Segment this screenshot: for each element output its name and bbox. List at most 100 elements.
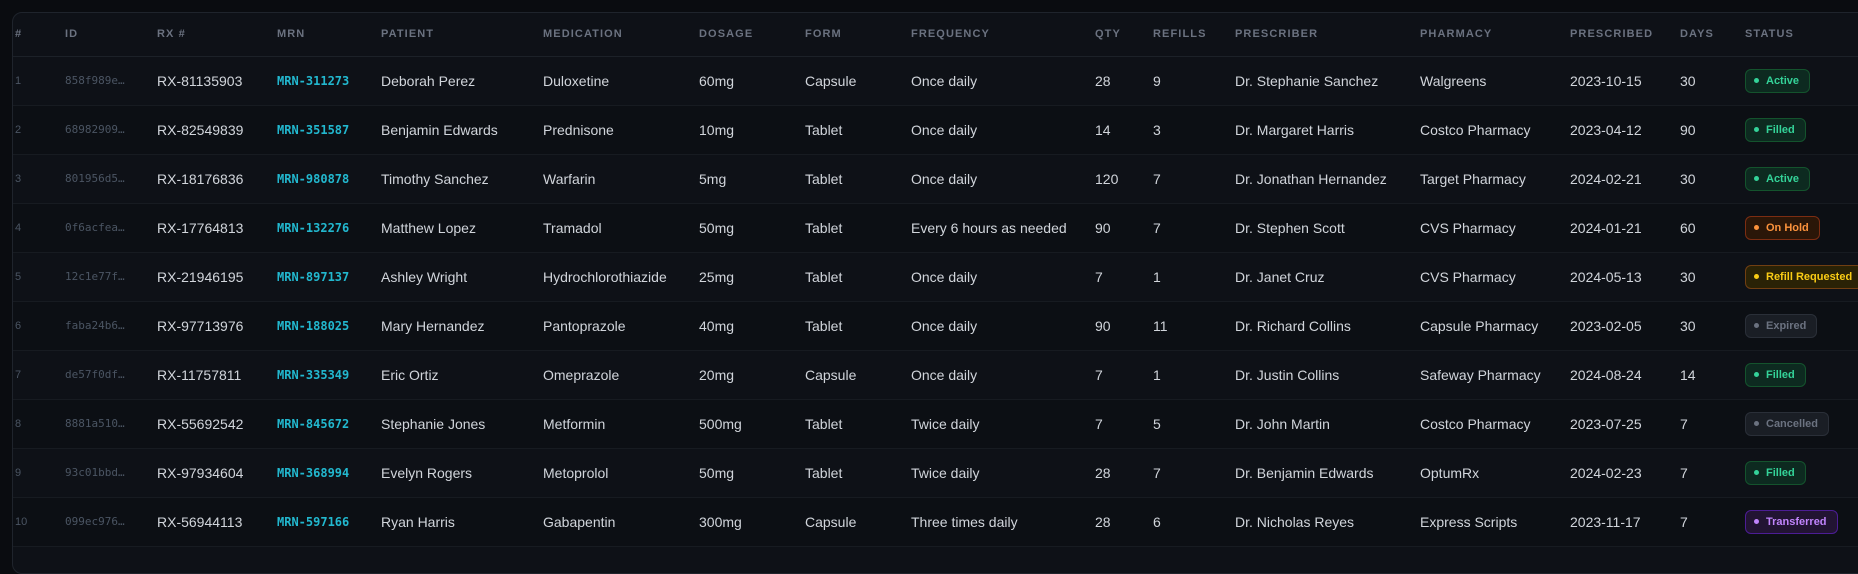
cell-medication: Hydrochlorothiazide — [543, 268, 667, 285]
cell-mrn[interactable]: MRN-845672 — [277, 399, 381, 448]
status-label: Filled — [1766, 123, 1795, 136]
cell-mrn[interactable]: MRN-132276 — [277, 203, 381, 252]
column-header-id[interactable]: ID — [65, 13, 157, 57]
cell-refills: 7 — [1153, 170, 1161, 187]
cell-num: 8 — [15, 417, 22, 430]
cell-dosage: 60mg — [699, 72, 735, 89]
cell-mrn[interactable]: MRN-897137 — [277, 252, 381, 301]
cell-refills: 1 — [1153, 366, 1161, 383]
cell-form: Tablet — [805, 219, 843, 236]
cell-qty: 120 — [1095, 170, 1119, 187]
table-row[interactable]: 5 12c1e77f… RX-21946195 MRN-897137 Ashley Wr… — [13, 252, 1858, 301]
cell-num: 1 — [15, 74, 22, 87]
status-dot-icon — [1754, 225, 1759, 230]
cell-prescriber: Dr. John Martin — [1235, 415, 1330, 432]
cell-status: Refill Requested — [1745, 252, 1858, 301]
cell-qty: 7 — [1095, 268, 1103, 285]
column-header-mrn[interactable]: MRN — [277, 13, 381, 57]
cell-prescriber: Dr. Benjamin Edwards — [1235, 464, 1374, 481]
cell-id: 93c01bbd… — [65, 466, 125, 479]
cell-mrn[interactable]: MRN-311273 — [277, 56, 381, 105]
table-header: # ID RX # MRN PATIENT MEDICATION DOSAGE FORM FRE… — [13, 13, 1858, 57]
cell-status: On Hold — [1745, 203, 1858, 252]
cell-patient: Stephanie Jones — [381, 415, 486, 432]
table-row[interactable]: 4 0f6acfea… RX-17764813 MRN-132276 Matthew L… — [13, 203, 1858, 252]
table-row[interactable]: 6 faba24b6… RX-97713976 MRN-188025 Mary Hern… — [13, 301, 1858, 350]
cell-days: 60 — [1680, 219, 1696, 236]
status-label: Transferred — [1766, 515, 1827, 528]
column-header-pharmacy[interactable]: PHARMACY — [1420, 13, 1570, 57]
cell-pharmacy: Capsule Pharmacy — [1420, 317, 1539, 334]
cell-status: Filled — [1745, 105, 1858, 154]
cell-form: Tablet — [805, 415, 843, 432]
cell-frequency: Twice daily — [911, 415, 980, 432]
status-dot-icon — [1754, 519, 1759, 524]
column-header-dosage[interactable]: DOSAGE — [699, 13, 805, 57]
status-badge: Expired — [1745, 313, 1818, 338]
cell-status: Expired — [1745, 301, 1858, 350]
cell-days: 30 — [1680, 268, 1696, 285]
cell-refills: 1 — [1153, 268, 1161, 285]
status-badge: Cancelled — [1745, 411, 1829, 436]
column-header-days[interactable]: DAYS — [1680, 13, 1745, 57]
cell-frequency: Twice daily — [911, 464, 980, 481]
column-header-frequency[interactable]: FREQUENCY — [911, 13, 1095, 57]
table-row[interactable]: 2 68982909… RX-82549839 MRN-351587 Benjamin … — [13, 105, 1858, 154]
cell-refills: 3 — [1153, 121, 1161, 138]
cell-mrn[interactable]: MRN-335349 — [277, 350, 381, 399]
cell-mrn[interactable]: MRN-368994 — [277, 448, 381, 497]
cell-mrn[interactable]: MRN-980878 — [277, 154, 381, 203]
cell-pharmacy: Walgreens — [1420, 72, 1487, 89]
cell-pharmacy: CVS Pharmacy — [1420, 268, 1516, 285]
column-header-patient[interactable]: PATIENT — [381, 13, 543, 57]
table-row[interactable]: 1 858f989e… RX-81135903 MRN-311273 Deborah P… — [13, 56, 1858, 105]
cell-prescribed: 2023-11-17 — [1570, 513, 1641, 530]
cell-rx: RX-17764813 — [157, 219, 244, 236]
status-dot-icon — [1754, 421, 1759, 426]
cell-mrn[interactable]: MRN-351587 — [277, 105, 381, 154]
cell-mrn[interactable]: MRN-188025 — [277, 301, 381, 350]
cell-prescriber: Dr. Janet Cruz — [1235, 268, 1325, 285]
cell-form: Capsule — [805, 366, 857, 383]
column-header-prescriber[interactable]: PRESCRIBER — [1235, 13, 1420, 57]
cell-dosage: 5mg — [699, 170, 727, 187]
column-header-prescribed[interactable]: PRESCRIBED — [1570, 13, 1680, 57]
table-row[interactable]: 7 de57f0df… RX-11757811 MRN-335349 Eric Orti… — [13, 350, 1858, 399]
status-badge: Transferred — [1745, 509, 1838, 534]
cell-prescriber: Dr. Richard Collins — [1235, 317, 1351, 334]
status-label: Refill Requested — [1766, 270, 1853, 283]
cell-rx: RX-18176836 — [157, 170, 244, 187]
table-row[interactable]: 8 8881a510… RX-55692542 MRN-845672 Stephanie… — [13, 399, 1858, 448]
cell-qty: 28 — [1095, 464, 1111, 481]
table-row[interactable]: 10 099ec976… RX-56944113 MRN-597166 Ryan Har… — [13, 497, 1858, 546]
cell-refills: 5 — [1153, 415, 1161, 432]
cell-id: 801956d5… — [65, 172, 125, 185]
column-header-num[interactable]: # — [13, 13, 65, 57]
cell-rx: RX-97934604 — [157, 464, 244, 481]
cell-status: Active — [1745, 56, 1858, 105]
table-row[interactable]: 3 801956d5… RX-18176836 MRN-980878 Timothy S… — [13, 154, 1858, 203]
column-header-rx[interactable]: RX # — [157, 13, 277, 57]
cell-refills: 7 — [1153, 464, 1161, 481]
column-header-medication[interactable]: MEDICATION — [543, 13, 699, 57]
cell-num: 5 — [15, 270, 22, 283]
cell-num: 10 — [15, 515, 28, 528]
column-header-refills[interactable]: REFILLS — [1153, 13, 1235, 57]
cell-frequency: Once daily — [911, 170, 978, 187]
cell-num: 6 — [15, 319, 22, 332]
table-row[interactable]: 9 93c01bbd… RX-97934604 MRN-368994 Evelyn Ro… — [13, 448, 1858, 497]
cell-patient: Ryan Harris — [381, 513, 455, 530]
cell-rx: RX-56944113 — [157, 513, 243, 530]
cell-mrn[interactable]: MRN-597166 — [277, 497, 381, 546]
column-header-status[interactable]: STATUS — [1745, 13, 1858, 57]
column-header-qty[interactable]: QTY — [1095, 13, 1153, 57]
cell-dosage: 10mg — [699, 121, 735, 138]
cell-patient: Timothy Sanchez — [381, 170, 489, 187]
cell-form: Tablet — [805, 121, 843, 138]
status-label: Active — [1766, 74, 1800, 87]
cell-rx: RX-97713976 — [157, 317, 244, 334]
column-header-form[interactable]: FORM — [805, 13, 911, 57]
status-dot-icon — [1754, 372, 1759, 377]
cell-days: 7 — [1680, 464, 1688, 481]
status-label: Filled — [1766, 466, 1795, 479]
